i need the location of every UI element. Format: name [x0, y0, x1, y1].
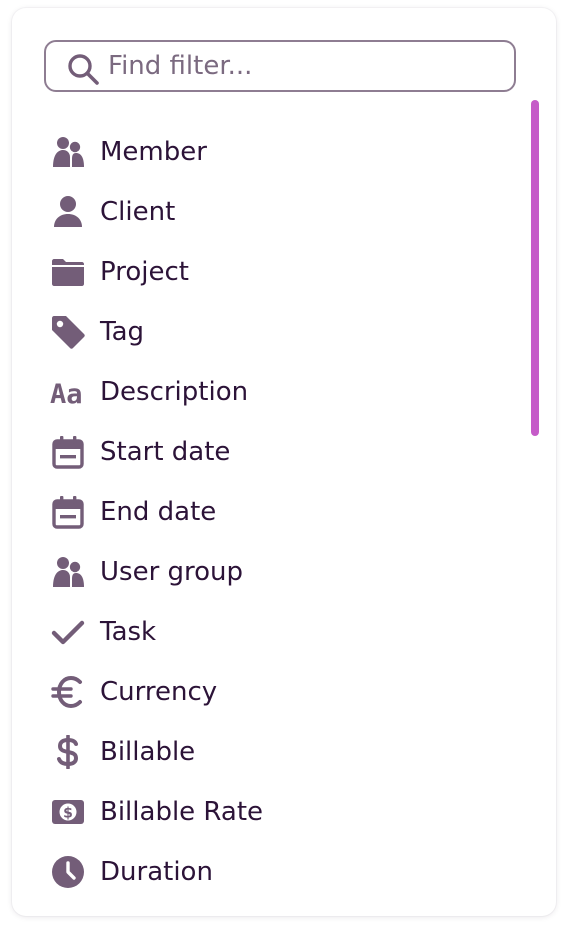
filter-item-label: Client	[100, 197, 176, 227]
folder-icon	[50, 254, 86, 290]
filter-item-label: Billable Rate	[100, 797, 264, 827]
filter-item-label: Start date	[100, 437, 231, 467]
filter-item-billable-rate[interactable]: $ Billable Rate	[12, 782, 532, 842]
svg-text:$: $	[63, 806, 73, 822]
user-icon	[50, 194, 86, 230]
filter-item-label: End date	[100, 497, 217, 527]
filter-item-billable[interactable]: Billable	[12, 722, 532, 782]
filter-item-label: Member	[100, 137, 207, 167]
filter-item-task[interactable]: Task	[12, 602, 532, 662]
filter-item-description[interactable]: Aa Description	[12, 362, 532, 422]
filter-item-user-group[interactable]: User group	[12, 542, 532, 602]
svg-text:Aa: Aa	[50, 379, 83, 409]
filter-list: Member Client Project Tag Aa Description…	[12, 122, 532, 902]
filter-item-tag[interactable]: Tag	[12, 302, 532, 362]
dollar-icon	[50, 734, 86, 770]
filter-item-currency[interactable]: Currency	[12, 662, 532, 722]
filter-item-label: Project	[100, 257, 189, 287]
filter-item-label: Description	[100, 377, 249, 407]
calendar-icon	[50, 434, 86, 470]
filter-item-member[interactable]: Member	[12, 122, 532, 182]
filter-item-label: Currency	[100, 677, 218, 707]
filter-dropdown-panel: Member Client Project	[12, 8, 556, 916]
search-icon	[66, 52, 100, 86]
text-icon: Aa	[50, 374, 86, 410]
filter-item-start-date[interactable]: Start date	[12, 422, 532, 482]
calendar-icon	[50, 494, 86, 530]
filter-item-label: User group	[100, 557, 244, 587]
tag-icon	[50, 314, 86, 350]
filter-item-label: Task	[100, 617, 157, 647]
scrollbar-thumb[interactable]	[531, 100, 539, 436]
filter-item-label: Tag	[100, 317, 145, 347]
filter-item-end-date[interactable]: End date	[12, 482, 532, 542]
filter-item-duration[interactable]: Duration	[12, 842, 532, 902]
users-icon	[50, 134, 86, 170]
search-input[interactable]	[108, 48, 498, 84]
filter-item-label: Billable	[100, 737, 196, 767]
filter-item-label: Duration	[100, 857, 213, 887]
users-icon	[50, 554, 86, 590]
check-icon	[50, 614, 86, 650]
search-box[interactable]	[44, 40, 516, 92]
euro-icon	[50, 674, 86, 710]
filter-item-project[interactable]: Project	[12, 242, 532, 302]
filter-item-client[interactable]: Client	[12, 182, 532, 242]
money-icon: $	[50, 794, 86, 830]
clock-icon	[50, 854, 86, 890]
